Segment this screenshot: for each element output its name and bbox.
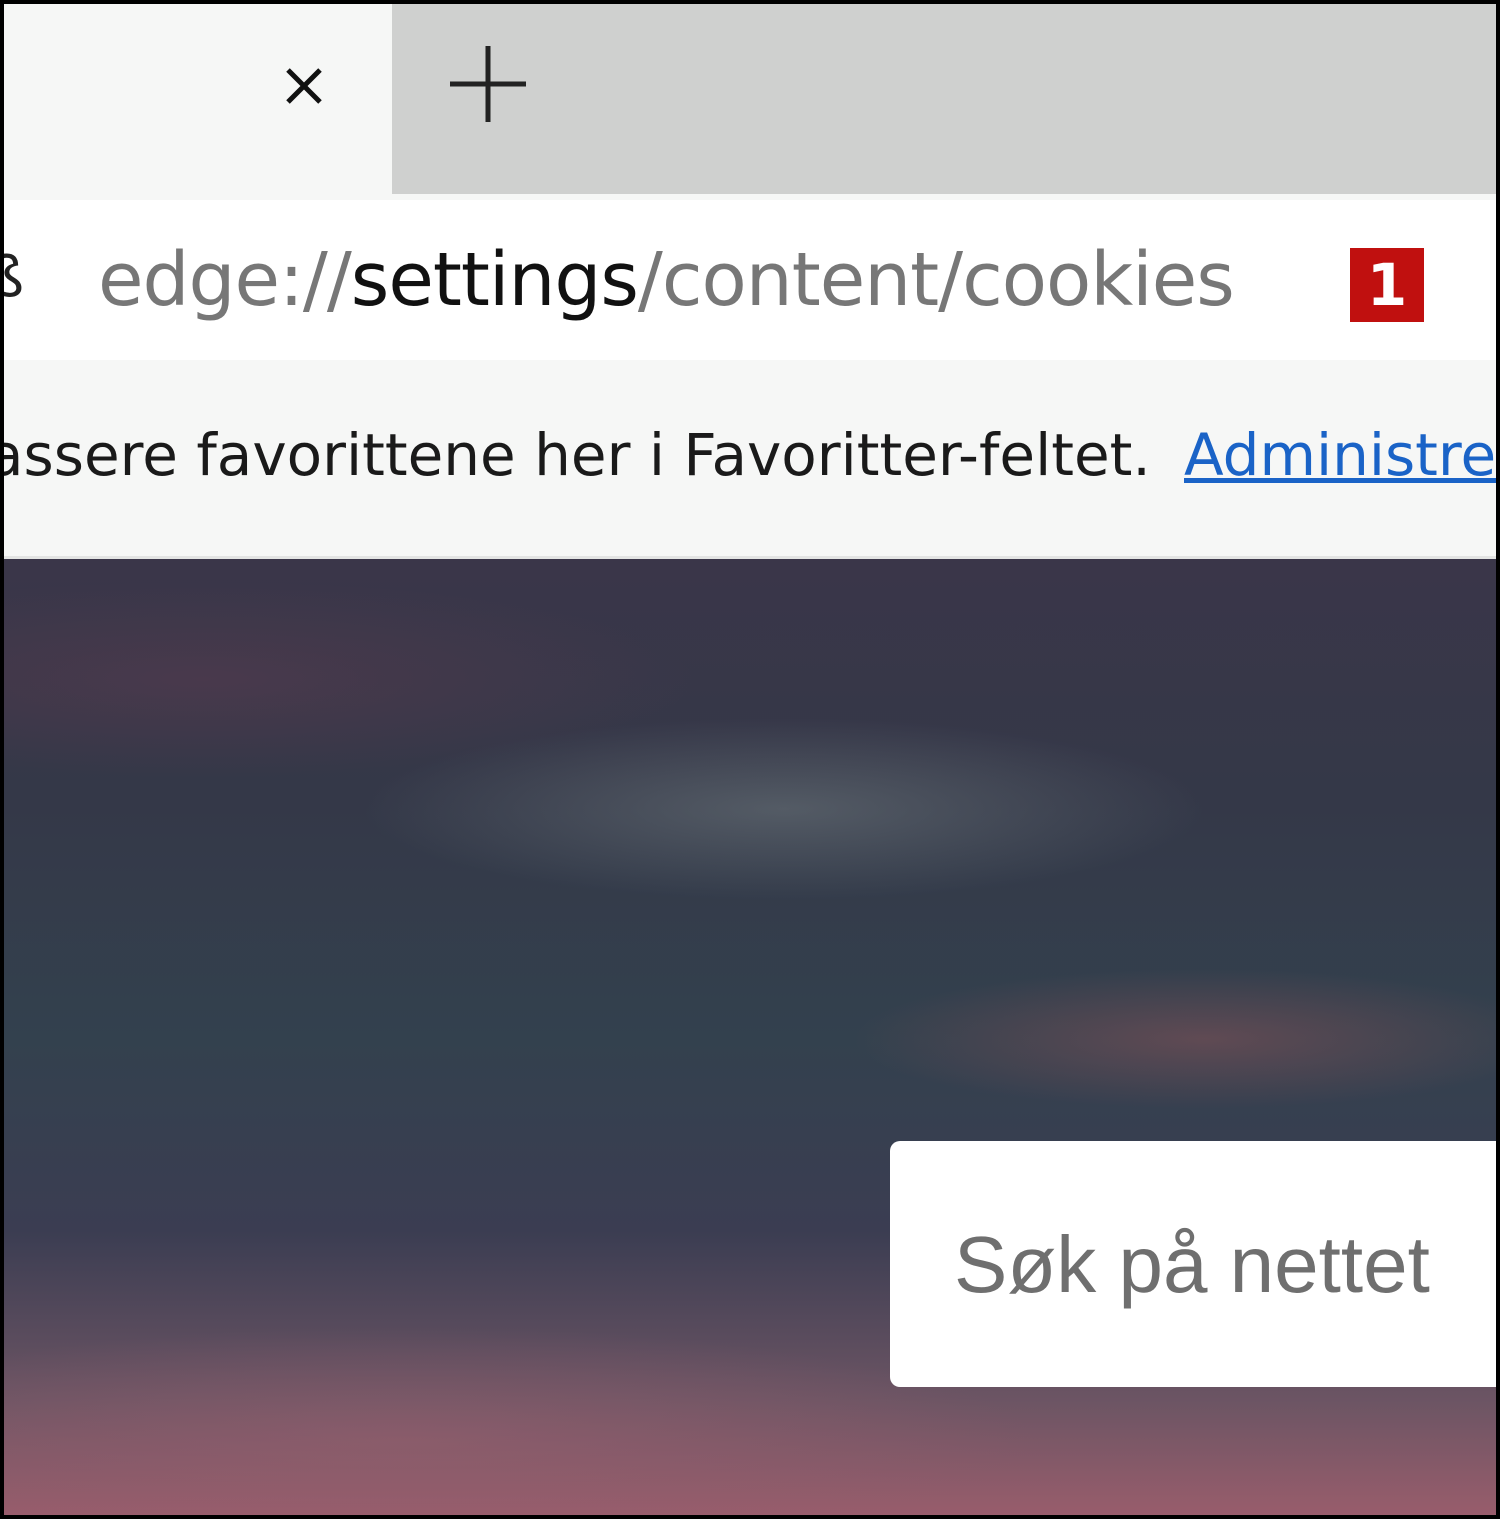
browser-window: ß edge://settings/content/cookies 1 asse… xyxy=(4,4,1496,1515)
url-text[interactable]: edge://settings/content/cookies xyxy=(98,236,1235,324)
address-bar: ß edge://settings/content/cookies 1 xyxy=(4,194,1496,364)
callout-badge: 1 xyxy=(1350,248,1424,322)
favorites-bar-message: assere favorittene her i Favoritter-felt… xyxy=(4,421,1151,489)
tab-strip xyxy=(4,4,1496,194)
url-host: settings xyxy=(350,237,639,323)
url-prefix: edge:// xyxy=(98,237,352,323)
plus-icon[interactable] xyxy=(446,42,530,126)
new-tab-background-image: Søk på nettet xyxy=(4,559,1496,1515)
tab-strip-empty-area xyxy=(396,4,1496,170)
favorites-bar: assere favorittene her i Favoritter-felt… xyxy=(4,364,1496,559)
search-placeholder: Søk på nettet xyxy=(954,1220,1430,1309)
url-path: /content/cookies xyxy=(637,237,1235,323)
web-search-box[interactable]: Søk på nettet xyxy=(890,1141,1496,1387)
active-tab[interactable] xyxy=(4,4,392,194)
site-info-icon[interactable]: ß xyxy=(4,246,24,310)
manage-favorites-link[interactable]: Administre xyxy=(1184,420,1496,490)
close-icon[interactable] xyxy=(276,58,332,114)
url-field[interactable]: ß edge://settings/content/cookies 1 xyxy=(4,200,1496,360)
